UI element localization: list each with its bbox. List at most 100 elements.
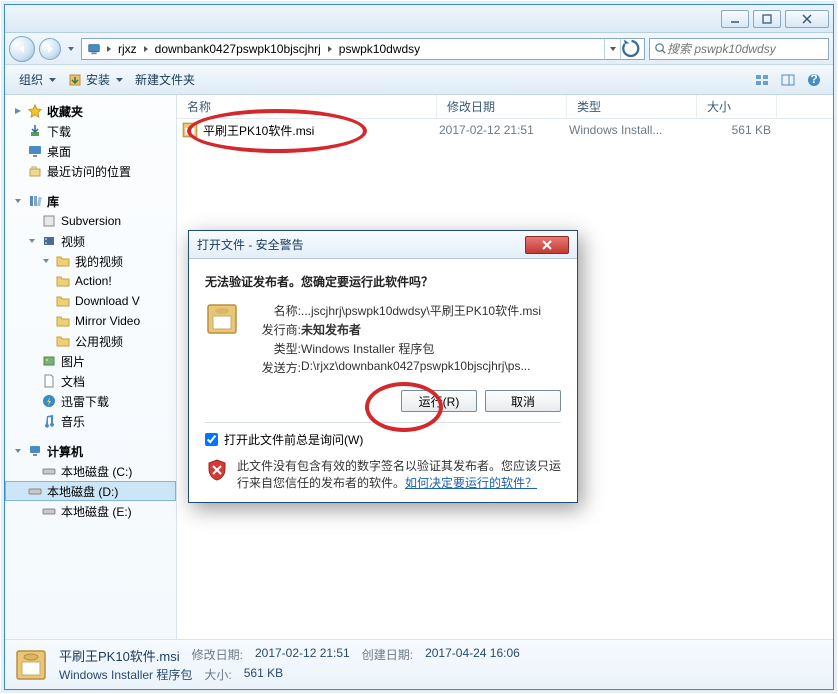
name-value: ...jscjhrj\pswpk10dwdsy\平刷王PK10软件.msi <box>301 302 561 319</box>
preview-pane-button[interactable] <box>777 69 799 91</box>
type-label: 类型: <box>249 340 301 357</box>
sidebar-label: 下载 <box>47 123 71 140</box>
sidebar-disk-e[interactable]: 本地磁盘 (E:) <box>5 501 176 521</box>
folder-icon <box>55 293 71 309</box>
sidebar-favorites[interactable]: 收藏夹 <box>5 101 176 121</box>
breadcrumb-arrow[interactable] <box>141 46 151 52</box>
toolbar: 组织 安装 新建文件夹 ? <box>5 65 833 95</box>
msi-large-icon <box>13 647 49 683</box>
sidebar-libraries[interactable]: 库 <box>5 191 176 211</box>
file-size: 561 KB <box>699 123 771 137</box>
details-created-label: 创建日期: <box>362 646 413 665</box>
details-name: 平刷王PK10软件.msi <box>59 646 180 665</box>
breadcrumb-arrow[interactable] <box>104 46 114 52</box>
breadcrumb-seg-0[interactable]: rjxz <box>114 39 141 59</box>
sidebar-label: Download V <box>75 294 140 308</box>
subversion-icon <box>41 213 57 229</box>
disk-icon <box>41 503 57 519</box>
search-box[interactable] <box>649 38 829 60</box>
breadcrumb-arrow[interactable] <box>325 46 335 52</box>
file-row[interactable]: 平刷王PK10软件.msi 2017-02-12 21:51 Windows I… <box>177 119 833 141</box>
sidebar-desktop[interactable]: 桌面 <box>5 141 176 161</box>
window-title-bar <box>5 5 833 33</box>
caret-down-icon <box>13 447 23 455</box>
security-warning-dialog: 打开文件 - 安全警告 无法验证发布者。您确定要运行此软件吗？ 名称:...js… <box>188 230 578 503</box>
always-ask-checkbox[interactable] <box>205 433 218 446</box>
folder-icon <box>55 313 71 329</box>
thunder-icon <box>41 393 57 409</box>
sidebar-label: 图片 <box>61 353 85 370</box>
cancel-button[interactable]: 取消 <box>485 390 561 412</box>
install-button[interactable]: 安装 <box>62 69 129 90</box>
sidebar-pictures[interactable]: 图片 <box>5 351 176 371</box>
nav-history-dropdown[interactable] <box>65 38 77 60</box>
document-icon <box>41 373 57 389</box>
sidebar-disk-c[interactable]: 本地磁盘 (C:) <box>5 461 176 481</box>
sidebar-videos[interactable]: 视频 <box>5 231 176 251</box>
col-type[interactable]: 类型 <box>567 95 697 118</box>
sidebar-public-vid[interactable]: 公用视频 <box>5 331 176 351</box>
nav-row: rjxz downbank0427pswpk10bjscjhrj pswpk10… <box>5 33 833 65</box>
shield-warning-icon <box>205 458 229 482</box>
col-size[interactable]: 大小 <box>697 95 777 118</box>
help-button[interactable]: ? <box>803 69 825 91</box>
close-button[interactable] <box>785 10 829 28</box>
sidebar-label: Action! <box>75 274 112 288</box>
recent-icon <box>27 163 43 179</box>
col-date[interactable]: 修改日期 <box>437 95 567 118</box>
dialog-title-bar[interactable]: 打开文件 - 安全警告 <box>189 231 577 259</box>
new-folder-label: 新建文件夹 <box>135 71 195 88</box>
view-options-button[interactable] <box>751 69 773 91</box>
sidebar-label: 本地磁盘 (D:) <box>47 483 118 500</box>
dialog-headline: 无法验证发布者。您确定要运行此软件吗？ <box>205 273 561 290</box>
sidebar-label: Subversion <box>61 214 121 228</box>
from-value: D:\rjxz\downbank0427pswpk10bjscjhrj\ps..… <box>301 359 561 376</box>
sidebar-music[interactable]: 音乐 <box>5 411 176 431</box>
details-created-val: 2017-04-24 16:06 <box>425 646 520 665</box>
breadcrumb-seg-2[interactable]: pswpk10dwdsy <box>335 39 424 59</box>
publisher-label: 发行商: <box>249 321 301 338</box>
breadcrumb-seg-1[interactable]: downbank0427pswpk10bjscjhrj <box>151 39 325 59</box>
maximize-button[interactable] <box>753 10 781 28</box>
caret-down-icon <box>41 257 51 265</box>
folder-icon <box>55 333 71 349</box>
sidebar-mirror-vid[interactable]: Mirror Video <box>5 311 176 331</box>
name-label: 名称: <box>249 302 301 319</box>
video-icon <box>41 233 57 249</box>
forward-button[interactable] <box>39 38 61 60</box>
dialog-close-button[interactable] <box>525 236 569 254</box>
sidebar-documents[interactable]: 文档 <box>5 371 176 391</box>
sidebar-label: 公用视频 <box>75 333 123 350</box>
chevron-down-icon <box>116 73 123 87</box>
run-button[interactable]: 运行(R) <box>401 390 477 412</box>
organize-menu[interactable]: 组织 <box>13 69 62 90</box>
always-ask-label: 打开此文件前总是询问(W) <box>224 431 363 448</box>
sidebar-my-videos[interactable]: 我的视频 <box>5 251 176 271</box>
caret-down-icon <box>27 237 37 245</box>
organize-label: 组织 <box>19 71 43 88</box>
caret-icon <box>13 107 23 115</box>
library-icon <box>27 193 43 209</box>
sidebar-disk-d[interactable]: 本地磁盘 (D:) <box>5 481 176 501</box>
search-input[interactable] <box>667 42 824 56</box>
sidebar-label: 计算机 <box>47 443 83 460</box>
sidebar-subversion[interactable]: Subversion <box>5 211 176 231</box>
sidebar-label: 本地磁盘 (E:) <box>61 503 132 520</box>
sidebar-download-v[interactable]: Download V <box>5 291 176 311</box>
warning-link[interactable]: 如何决定要运行的软件？ <box>405 476 537 490</box>
address-bar[interactable]: rjxz downbank0427pswpk10bjscjhrj pswpk10… <box>81 38 645 60</box>
col-name[interactable]: 名称 <box>177 95 437 118</box>
sidebar-downloads[interactable]: 下载 <box>5 121 176 141</box>
sidebar-recent[interactable]: 最近访问的位置 <box>5 161 176 181</box>
sidebar-computer[interactable]: 计算机 <box>5 441 176 461</box>
install-label: 安装 <box>86 71 110 88</box>
sidebar-action[interactable]: Action! <box>5 271 176 291</box>
back-button[interactable] <box>9 36 35 62</box>
sidebar-thunder[interactable]: 迅雷下载 <box>5 391 176 411</box>
refresh-button[interactable] <box>620 39 642 59</box>
new-folder-button[interactable]: 新建文件夹 <box>129 69 201 90</box>
sidebar-label: Mirror Video <box>75 314 140 328</box>
address-dropdown[interactable] <box>604 39 620 59</box>
svg-text:?: ? <box>810 73 817 86</box>
minimize-button[interactable] <box>721 10 749 28</box>
